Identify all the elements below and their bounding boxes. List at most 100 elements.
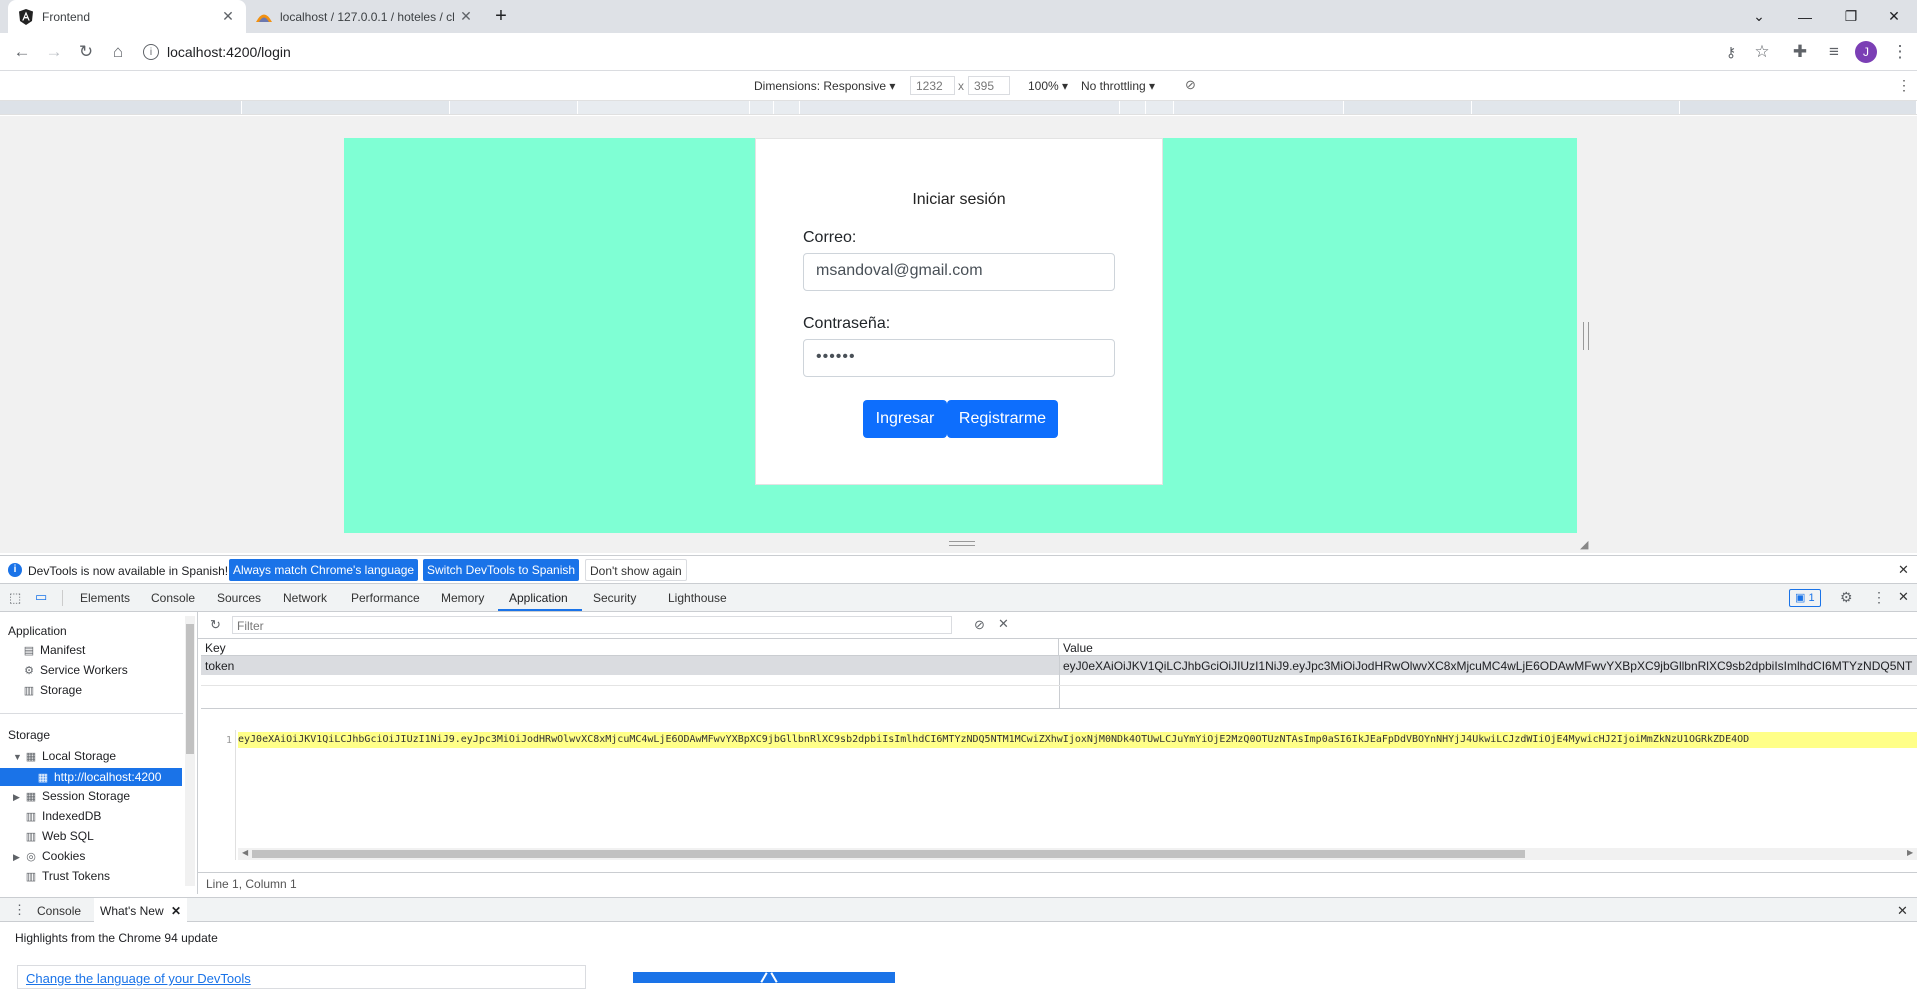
highlights-heading: Highlights from the Chrome 94 update [15, 931, 218, 945]
throttling-dropdown[interactable]: No throttling ▾ [1081, 79, 1155, 93]
editor-hscrollbar[interactable]: ◀ ▶ [238, 848, 1917, 860]
tab-title: Frontend [42, 9, 91, 24]
tab-lighthouse[interactable]: Lighthouse [668, 591, 727, 605]
expand-arrow-icon[interactable]: ▼ [13, 752, 22, 762]
back-icon[interactable]: ← [10, 40, 34, 64]
tab-security[interactable]: Security [593, 591, 636, 605]
sidebar-scrollbar[interactable] [185, 616, 195, 886]
tab-memory[interactable]: Memory [441, 591, 484, 605]
tab-application[interactable]: Application [509, 591, 568, 605]
device-toggle-icon[interactable]: ▭ [35, 589, 47, 605]
reload-icon[interactable]: ↻ [74, 40, 98, 64]
password-field[interactable]: •••••• [803, 339, 1115, 377]
device-toolbar: Dimensions: Responsive ▾ 1232 x 395 100%… [0, 71, 1917, 101]
login-card: Iniciar sesión Correo: msandoval@gmail.c… [755, 138, 1163, 485]
sidebar-item-local-storage[interactable]: ▦ Local Storage [24, 749, 116, 763]
issues-counter[interactable]: ▣ 1 [1789, 589, 1821, 607]
bookmark-star-icon[interactable]: ☆ [1750, 40, 1774, 64]
profile-avatar[interactable]: J [1854, 40, 1878, 64]
forward-icon[interactable]: → [42, 40, 66, 64]
address-bar[interactable]: i localhost:4200/login [143, 38, 1763, 66]
minimize-icon[interactable]: — [1782, 0, 1828, 33]
login-button[interactable]: Ingresar [863, 400, 947, 438]
database-icon: ▥ [25, 870, 37, 883]
message-icon: ▣ [1795, 592, 1806, 604]
delete-selected-icon[interactable]: ✕ [998, 616, 1009, 632]
refresh-icon[interactable]: ↻ [210, 617, 221, 633]
close-tab-icon[interactable]: ✕ [458, 8, 474, 25]
device-menu-icon[interactable]: ⋮ [1897, 77, 1911, 94]
key-column-header[interactable]: Key [201, 639, 1059, 656]
sidebar-item-websql[interactable]: ▥ Web SQL [24, 829, 94, 843]
tab-sources[interactable]: Sources [217, 591, 261, 605]
angular-icon [18, 8, 34, 25]
height-input[interactable]: 395 [968, 76, 1010, 95]
clear-all-icon[interactable]: ⊘ [974, 617, 985, 633]
width-input[interactable]: 1232 [910, 76, 955, 95]
dimensions-dropdown[interactable]: Dimensions: Responsive ▾ [754, 79, 895, 93]
tab-elements[interactable]: Elements [80, 591, 130, 605]
sidebar-item-trust-tokens[interactable]: ▥ Trust Tokens [24, 869, 110, 883]
file-icon: ▤ [23, 644, 35, 657]
close-tab-icon[interactable]: ✕ [220, 8, 236, 25]
key-icon[interactable]: ⚷ [1719, 40, 1743, 64]
row-value: eyJ0eXAiOiJKV1QiLCJhbGciOiJIUzI1NiJ9.eyJ… [1063, 659, 1913, 673]
sidebar-item-localhost-origin[interactable]: ▦ http://localhost:4200 [0, 768, 182, 786]
tab-network[interactable]: Network [283, 591, 327, 605]
close-devtools-icon[interactable]: ✕ [1898, 589, 1909, 605]
dont-show-again-button[interactable]: Don't show again [585, 559, 687, 581]
resize-corner-icon[interactable]: ◢ [1580, 538, 1588, 551]
collapse-arrow-icon[interactable]: ▶ [13, 792, 20, 803]
register-button[interactable]: Registrarme [947, 400, 1058, 438]
browser-tab-frontend[interactable]: Frontend ✕ [8, 0, 246, 33]
grid-icon: ▦ [25, 750, 37, 763]
tab-performance[interactable]: Performance [351, 591, 420, 605]
rotate-icon[interactable]: ⊘ [1185, 77, 1196, 93]
email-label: Correo: [803, 229, 857, 246]
inspect-element-icon[interactable]: ⬚ [9, 590, 21, 606]
drawer-tab-console[interactable]: Console [37, 904, 81, 918]
value-column-header[interactable]: Value [1059, 639, 1917, 656]
sidebar-item-service-workers[interactable]: ⚙ Service Workers [22, 663, 128, 677]
tab-console[interactable]: Console [151, 591, 195, 605]
new-tab-button[interactable]: + [486, 0, 516, 33]
application-section-header: Application [8, 624, 67, 638]
device-emulation-area: Iniciar sesión Correo: msandoval@gmail.c… [0, 116, 1917, 553]
devtools-menu-icon[interactable]: ⋮ [1872, 589, 1886, 606]
menu-kebab-icon[interactable]: ⋮ [1888, 40, 1912, 64]
sidebar-item-session-storage[interactable]: ▦ Session Storage [24, 789, 130, 803]
filter-input[interactable]: Filter [232, 616, 952, 634]
drawer-menu-icon[interactable]: ⋮ [13, 902, 26, 918]
restore-icon[interactable]: ❐ [1828, 0, 1874, 33]
value-editor[interactable]: 1 eyJ0eXAiOiJKV1QiLCJhbGciOiJIUzI1NiJ9.e… [198, 730, 1917, 860]
whats-new-link[interactable]: Change the language of your DevTools [17, 965, 586, 989]
resize-handle-bottom[interactable] [949, 541, 975, 546]
browser-tab-phpmyadmin[interactable]: localhost / 127.0.0.1 / hoteles / cl ✕ [246, 0, 484, 33]
tab-search-icon[interactable]: ⌄ [1736, 0, 1782, 33]
storage-section-header: Storage [8, 728, 51, 742]
extensions-puzzle-icon[interactable]: ✚ [1788, 40, 1812, 64]
settings-gear-icon[interactable]: ⚙ [1840, 589, 1853, 606]
resize-handle-right[interactable] [1583, 322, 1589, 350]
row-key: token [205, 659, 235, 673]
zoom-dropdown[interactable]: 100% ▾ [1028, 79, 1068, 93]
phpmyadmin-icon [256, 9, 272, 25]
window-close-icon[interactable]: ✕ [1871, 0, 1917, 33]
cookie-icon: ◎ [26, 850, 36, 863]
dimension-separator: x [958, 79, 964, 93]
switch-to-spanish-button[interactable]: Switch DevTools to Spanish [423, 559, 580, 581]
collapse-arrow-icon[interactable]: ▶ [13, 852, 20, 863]
sidebar-item-storage[interactable]: ▥ Storage [22, 683, 82, 697]
drawer-tab-whats-new[interactable]: What's New ✕ [94, 898, 188, 922]
always-match-language-button[interactable]: Always match Chrome's language [229, 559, 419, 581]
close-infobar-icon[interactable]: ✕ [1898, 562, 1909, 578]
email-field[interactable]: msandoval@gmail.com [803, 253, 1115, 291]
sidebar-item-manifest[interactable]: ▤ Manifest [22, 643, 86, 657]
media-query-bar[interactable] [0, 101, 1917, 115]
home-icon[interactable]: ⌂ [106, 40, 130, 64]
reading-list-icon[interactable]: ≡ [1822, 40, 1846, 64]
close-drawer-icon[interactable]: ✕ [1897, 903, 1908, 919]
info-icon[interactable]: i [143, 44, 159, 60]
sidebar-item-cookies[interactable]: ◎ Cookies [24, 849, 85, 863]
sidebar-item-indexeddb[interactable]: ▥ IndexedDB [24, 809, 102, 823]
